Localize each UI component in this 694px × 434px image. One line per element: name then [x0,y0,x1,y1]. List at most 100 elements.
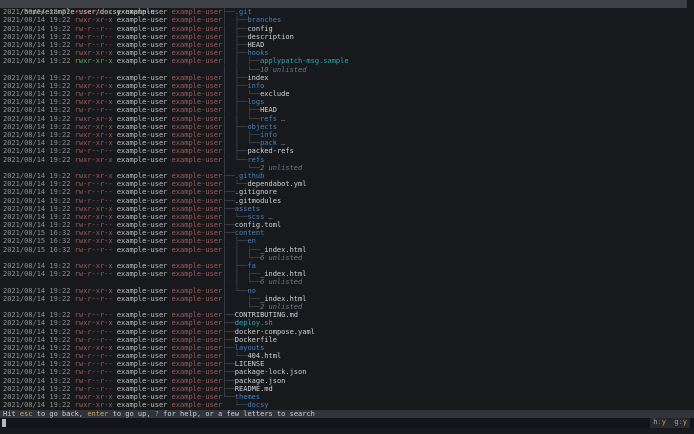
file-name: deploy.sh [234,319,273,328]
file-owner: example-user [116,352,172,361]
tree-branch-lines: └── [222,393,235,401]
file-group: example-user [171,81,223,90]
tree-row[interactable]: │ │ └──6 unlisted [0,254,694,262]
tree-row[interactable]: 2021/08/14 19:22 rwxr-xr-x example-user … [0,262,694,270]
tree-row[interactable]: 2021/08/14 19:22 rwxr-xr-x example-user … [0,205,694,213]
tree-row[interactable]: 2021/08/14 19:22 rw-r--r-- example-user … [0,221,694,229]
file-name: .gitignore [234,188,277,197]
file-group: example-user [171,352,223,361]
tree-row[interactable]: 2021/08/14 19:22 rwxr-xr-x example-user … [0,172,694,180]
tree-row[interactable]: 2021/08/14 19:22 rw-r--r-- example-user … [0,197,694,205]
tree-row[interactable]: 2021/08/14 19:22 rw-r--r-- example-user … [0,377,694,385]
tree-row[interactable]: 2021/08/14 19:22 rw-r--r-- example-user … [0,360,694,368]
tree-row[interactable]: 2021/08/14 19:22 rw-r--r-- example-user … [0,270,694,278]
file-meta: 2021/08/14 19:22 rw-r--r-- example-user … [3,106,222,114]
tree-row[interactable]: 2021/08/14 19:22 rwxr-xr-x example-user … [0,82,694,90]
tree-branch-lines: ├── [222,8,235,17]
file-group: example-user [171,8,223,17]
tree-row[interactable]: 2021/08/14 19:22 rw-r--r-- example-user … [0,352,694,360]
file-group: example-user [171,155,223,164]
collapsed-ellipsis: … [276,139,286,148]
file-owner: example-user [116,270,172,279]
tree-row[interactable]: 2021/08/14 19:22 rwxr-xr-x example-user … [0,344,694,352]
tree-row[interactable]: 2021/08/15 16:32 rw-r--r-- example-user … [0,246,694,254]
tree-branch-lines: │ └── [222,212,248,221]
tree-branch-lines: │ └── [222,155,248,164]
file-permissions: rwxr-xr-x [74,155,117,164]
file-date: 2021/08/15 16:32 [3,229,75,238]
search-input[interactable]: h:y g:y [0,418,694,429]
file-owner: example-user [116,294,172,303]
file-owner: example-user [116,122,172,131]
tree-branch-lines: │ ├── [222,24,248,33]
file-date: 2021/08/15 16:32 [3,245,75,254]
tree-row[interactable]: 2021/08/14 19:22 rw-r--r-- example-user … [0,180,694,188]
file-meta: 2021/08/14 19:22 rw-r--r-- example-user … [3,188,222,196]
tree-row[interactable]: 2021/08/14 19:22 rwxr-xr-x example-user … [0,139,694,147]
tree-row[interactable]: 2021/08/14 19:22 rwxr-xr-x example-user … [0,98,694,106]
tree-row[interactable]: 2021/08/14 19:22 rw-r--r-- example-user … [0,188,694,196]
tree-row[interactable]: 2021/08/14 19:22 rw-r--r-- example-user … [0,328,694,336]
file-name: config.toml [234,221,282,230]
file-meta: 2021/08/14 19:22 rwxr-xr-x example-user … [3,287,222,295]
file-group: example-user [171,73,223,82]
tree-row[interactable]: 2021/08/14 19:22 rwxr-xr-x example-user … [0,401,694,409]
file-name: description [247,32,294,41]
file-date: 2021/08/14 19:22 [3,221,75,230]
path-bar: /home/example-user/docsy-example [0,0,694,16]
file-name: Dockerfile [234,335,277,344]
tree-row[interactable]: 2021/08/15 16:32 rwxr-xr-x example-user … [0,229,694,237]
file-meta: 2021/08/14 19:22 rwxr-xr-x example-user … [3,115,222,123]
file-owner: example-user [116,204,172,213]
tree-row[interactable]: 2021/08/14 19:22 rw-r--r-- example-user … [0,368,694,376]
tree-row[interactable]: 2021/08/14 19:22 rwxr-xr-x example-user … [0,287,694,295]
file-group: example-user [171,294,223,303]
file-permissions: rwxr-xr-x [74,131,117,139]
file-meta: 2021/08/14 19:22 rw-r--r-- example-user … [3,336,222,344]
tree-row[interactable]: 2021/08/14 19:22 rwxr-xr-x example-user … [0,123,694,131]
file-group: example-user [171,122,223,131]
file-permissions: rwxr-xr-x [74,139,117,148]
file-date: 2021/08/14 19:22 [3,196,75,205]
file-group: example-user [171,131,223,139]
tree-row[interactable]: 2021/08/14 19:22 rwxr-xr-x example-user … [0,57,694,65]
file-date: 2021/08/14 19:22 [3,147,75,156]
file-meta: 2021/08/14 19:22 rw-r--r-- example-user … [3,33,222,41]
tree-row[interactable]: 2021/08/14 19:22 rw-r--r-- example-user … [0,311,694,319]
file-name: package.json [234,376,286,385]
file-name: assets [234,204,261,213]
tree-row[interactable]: │ │ └──6 unlisted [0,278,694,286]
tree-row[interactable]: 2021/08/14 19:22 rwxr-xr-x example-user … [0,16,694,24]
tree-row[interactable]: 2021/08/14 19:22 rw-r--r-- example-user … [0,41,694,49]
file-group: example-user [171,286,223,295]
file-permissions: rwxr-xr-x [74,122,117,131]
tree-row[interactable]: 2021/08/14 19:22 rw-r--r-- example-user … [0,106,694,114]
tree-row[interactable]: 2021/08/14 19:22 rwxr-xr-x example-user … [0,8,694,16]
tree-row[interactable]: 2021/08/15 16:32 rwxr-xr-x example-user … [0,237,694,245]
tree-row[interactable]: 2021/08/14 19:22 rw-r--r-- example-user … [0,74,694,82]
tree-row[interactable]: 2021/08/14 19:22 rw-r--r-- example-user … [0,33,694,41]
file-name: _index.html [260,245,307,254]
tree-row[interactable]: 2021/08/14 19:22 rw-r--r-- example-user … [0,385,694,393]
tree-row[interactable]: │ └──2 unlisted [0,164,694,172]
file-owner: example-user [116,401,172,410]
tree-row[interactable]: 2021/08/14 19:22 rw-r--r-- example-user … [0,336,694,344]
file-name: HEAD [247,40,265,49]
tree-row[interactable]: 2021/08/14 19:22 rwxr-xr-x example-user … [0,131,694,139]
collapsed-ellipsis: … [264,212,273,221]
file-owner: example-user [116,360,172,369]
tree-row[interactable]: │ └──2 unlisted [0,303,694,311]
tree-row[interactable]: 2021/08/14 19:22 rw-r--r-- example-user … [0,25,694,33]
tree-row[interactable]: 2021/08/14 19:22 rwxr-xr-x example-user … [0,115,694,123]
file-group: example-user [171,221,223,230]
file-date: 2021/08/14 19:22 [3,106,75,115]
tree-row[interactable]: 2021/08/14 19:22 rw-r--r-- example-user … [0,295,694,303]
tree-row[interactable]: 2021/08/14 19:22 rwxr-xr-x example-user … [0,319,694,327]
tree-row[interactable]: 2021/08/14 19:22 rwxr-xr-x example-user … [0,156,694,164]
status-key-hint: enter [87,410,109,419]
tree-row[interactable]: │ │ └──10 unlisted [0,66,694,74]
tree-row[interactable]: 2021/08/14 19:22 rw-r--r-- example-user … [0,147,694,155]
tree-row[interactable]: 2021/08/14 19:22 rw-r--r-- example-user … [0,90,694,98]
tree-row[interactable]: 2021/08/14 19:22 rwxr-xr-x example-user … [0,213,694,221]
tree-row[interactable]: 2021/08/14 19:22 rwxr-xr-x example-user … [0,393,694,401]
